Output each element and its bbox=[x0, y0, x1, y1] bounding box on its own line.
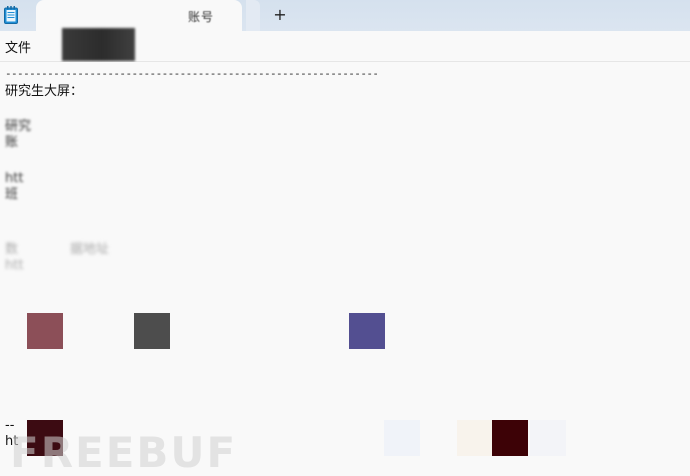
text-line: htt bbox=[5, 258, 24, 273]
notepad-icon bbox=[4, 6, 18, 24]
redaction-square bbox=[457, 420, 493, 456]
redaction-square bbox=[384, 420, 420, 456]
redaction-square bbox=[27, 313, 63, 349]
menu-file[interactable]: 文件 bbox=[5, 37, 31, 56]
redaction-square bbox=[530, 420, 566, 456]
tab-active[interactable]: 账号 bbox=[36, 0, 242, 31]
text-line: 数 据地址 bbox=[5, 242, 110, 257]
text-line: 研究 bbox=[5, 119, 32, 134]
tab-title: 账号 bbox=[188, 10, 215, 24]
notepad-window: 账号 + 文件 --------------------------------… bbox=[0, 0, 690, 476]
redaction-square bbox=[492, 420, 528, 456]
redaction-square bbox=[349, 313, 385, 349]
freebuf-watermark: FREEBUF bbox=[10, 428, 238, 476]
separator-line: ----------------------------------------… bbox=[5, 67, 377, 80]
tab-bar: 账号 + bbox=[0, 0, 690, 31]
text-line: 账 bbox=[5, 135, 19, 150]
tab-close-area[interactable] bbox=[246, 0, 260, 31]
redacted-block bbox=[62, 28, 135, 61]
text-line: 班 bbox=[5, 187, 19, 202]
redaction-square bbox=[134, 313, 170, 349]
text-editor-area[interactable]: ----------------------------------------… bbox=[0, 62, 690, 476]
heading-line: 研究生大屏： bbox=[5, 84, 84, 99]
new-tab-button[interactable]: + bbox=[268, 4, 292, 26]
text-line: htt bbox=[5, 171, 24, 186]
